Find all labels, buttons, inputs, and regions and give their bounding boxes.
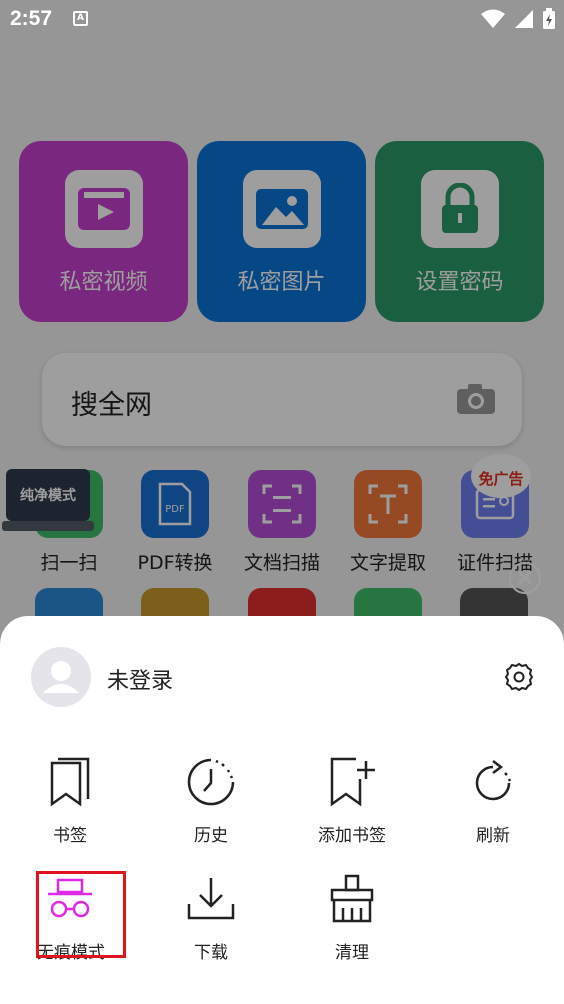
add-bookmark-icon — [297, 753, 407, 811]
refresh-icon — [438, 753, 548, 811]
avatar[interactable] — [31, 647, 91, 707]
bookmarks-icon — [15, 753, 125, 811]
history-button[interactable]: 历史 — [156, 753, 266, 846]
add-bookmark-button[interactable]: 添加书签 — [297, 753, 407, 846]
menu-label: 添加书签 — [318, 826, 386, 846]
incognito-highlight-box — [36, 871, 126, 958]
menu-label: 历史 — [194, 826, 228, 846]
broom-icon — [297, 870, 407, 928]
status-bar: 2:57 A — [0, 0, 564, 38]
battery-icon — [543, 8, 555, 29]
menu-label: 书签 — [53, 826, 87, 846]
clock: 2:57 — [10, 7, 53, 30]
menu-label: 刷新 — [476, 826, 510, 846]
menu-label: 清理 — [335, 943, 369, 963]
signal-icon — [515, 10, 533, 28]
menu-label: 下载 — [194, 943, 228, 963]
clean-button[interactable]: 清理 — [297, 870, 407, 963]
gear-icon[interactable] — [503, 661, 535, 697]
download-icon — [156, 870, 266, 928]
bookmarks-button[interactable]: 书签 — [15, 753, 125, 846]
refresh-button[interactable]: 刷新 — [438, 753, 548, 846]
wifi-icon — [481, 9, 505, 28]
notification-icon: A — [73, 11, 88, 26]
download-button[interactable]: 下载 — [156, 870, 266, 963]
login-status[interactable]: 未登录 — [107, 663, 173, 695]
history-clock-icon — [156, 753, 266, 811]
